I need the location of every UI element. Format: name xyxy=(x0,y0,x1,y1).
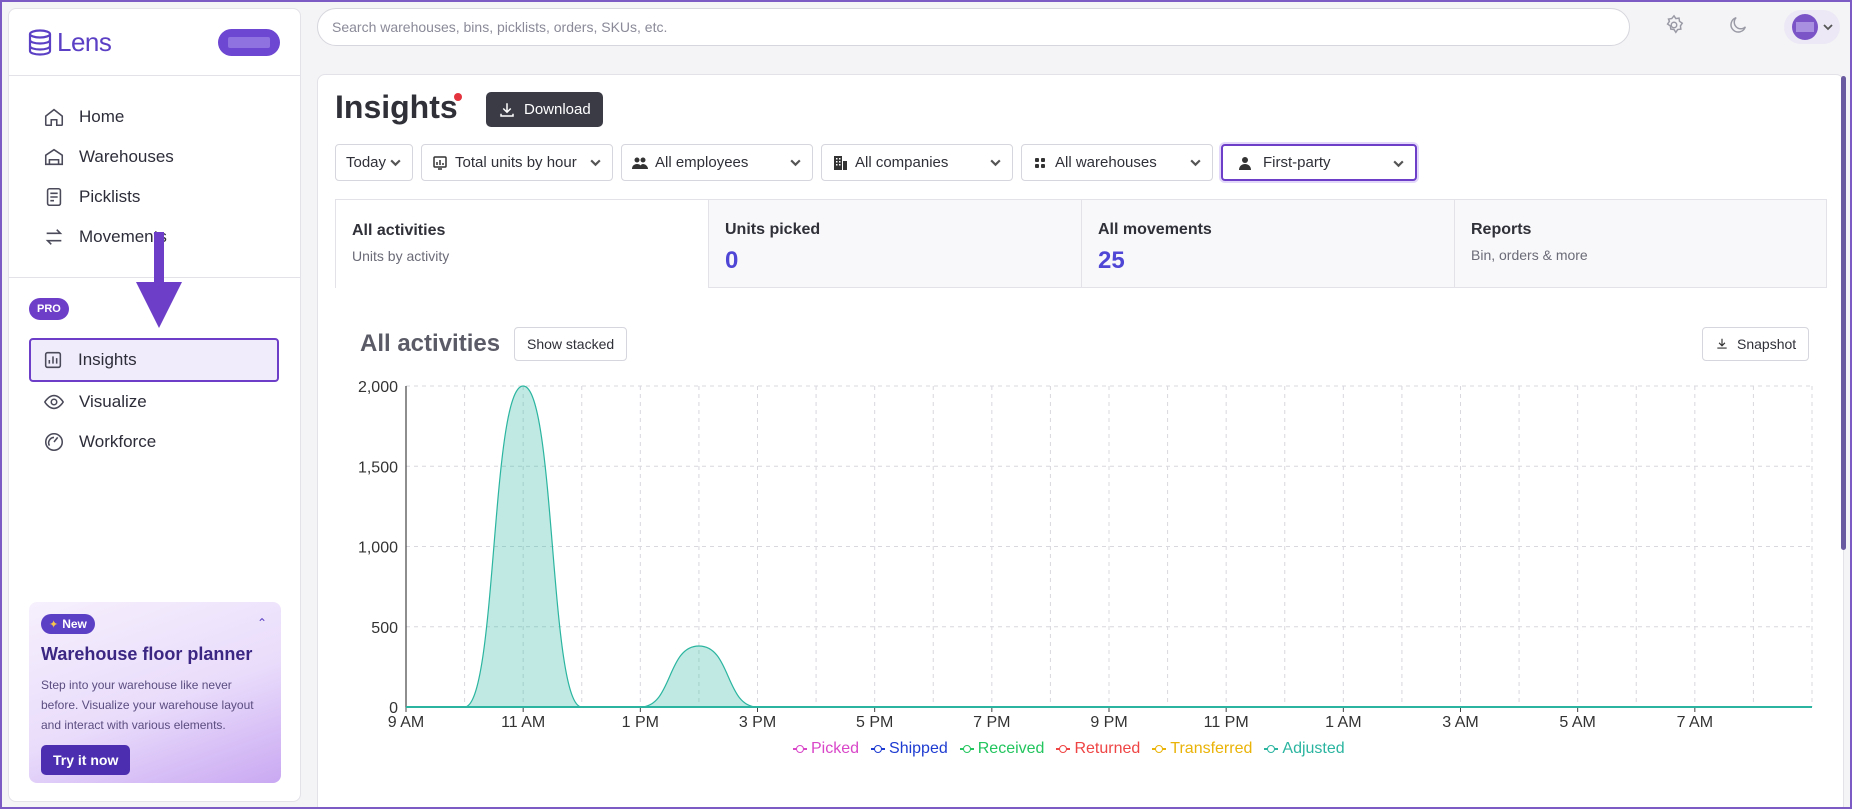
search-bar[interactable] xyxy=(317,8,1630,46)
sidebar-item-home[interactable]: Home xyxy=(29,97,279,137)
y-tick-label: 500 xyxy=(371,620,398,637)
sidebar-item-label: Workforce xyxy=(79,432,157,451)
x-tick-label: 9 PM xyxy=(1090,714,1127,731)
user-menu[interactable] xyxy=(1784,10,1840,44)
legend-marker-icon xyxy=(1152,745,1167,753)
chevron-up-icon[interactable]: ⌃ xyxy=(257,616,267,630)
dark-mode-button[interactable] xyxy=(1727,14,1751,38)
arrows-icon xyxy=(45,229,63,245)
settings-button[interactable] xyxy=(1663,14,1687,38)
chevron-down-icon xyxy=(1823,24,1833,31)
legend-item-transferred[interactable]: Transferred xyxy=(1152,740,1252,758)
sidebar-item-label: Picklists xyxy=(79,187,141,206)
legend-label: Returned xyxy=(1074,740,1141,757)
picklist-icon xyxy=(46,187,62,207)
x-tick-label: 9 AM xyxy=(388,714,424,731)
legend-marker-icon xyxy=(1264,745,1279,753)
legend-label: Picked xyxy=(811,740,860,757)
try-it-now-button[interactable]: Try it now xyxy=(41,745,131,775)
sidebar-item-visualize[interactable]: Visualize xyxy=(29,382,279,422)
legend-marker-icon xyxy=(871,745,886,753)
avatar xyxy=(1792,14,1818,40)
legend-marker-icon xyxy=(959,745,974,753)
sidebar-item-label: Warehouses xyxy=(79,147,174,166)
legend-label: Shipped xyxy=(889,740,948,757)
x-tick-label: 3 PM xyxy=(739,714,776,731)
activity-chart: 05001,0001,5002,0009 AM 11 AM 1 PM 3 PM 5 PM… xyxy=(358,379,1813,731)
sidebar-item-label: Visualize xyxy=(79,392,147,411)
legend-label: Transferred xyxy=(1170,740,1253,757)
x-tick-label: 11 AM xyxy=(501,714,545,731)
new-badge-label: New xyxy=(62,617,87,631)
new-badge: ✦ New xyxy=(41,614,95,634)
promo-card: ✦ New ⌃ Warehouse floor planner Step into… xyxy=(29,602,281,783)
search-input[interactable] xyxy=(332,19,1615,35)
sidebar-item-label: Insights xyxy=(78,350,137,369)
sidebar-item-insights[interactable]: Insights xyxy=(29,338,279,382)
brand-name: Lens xyxy=(57,27,112,57)
eye-icon xyxy=(43,394,65,410)
chart-icon xyxy=(44,351,62,369)
x-tick-label: 7 PM xyxy=(973,714,1010,731)
warehouse-icon xyxy=(44,148,64,166)
legend-item-picked[interactable]: Picked xyxy=(793,740,859,758)
x-tick-label: 7 AM xyxy=(1677,714,1713,731)
y-tick-label: 1,000 xyxy=(358,540,398,557)
x-tick-label: 1 AM xyxy=(1325,714,1361,731)
x-tick-label: 3 AM xyxy=(1442,714,1478,731)
legend-marker-icon xyxy=(1056,745,1071,753)
x-tick-label: 11 PM xyxy=(1204,714,1249,731)
legend-label: Adjusted xyxy=(1282,740,1345,757)
y-tick-label: 2,000 xyxy=(358,379,398,396)
moon-icon xyxy=(1730,16,1747,33)
pro-badge: PRO xyxy=(29,298,69,320)
sidebar: Lens Home Warehouses Picklists Movements… xyxy=(8,8,301,802)
sidebar-item-warehouses[interactable]: Warehouses xyxy=(29,137,279,177)
legend-item-shipped[interactable]: Shipped xyxy=(871,740,948,758)
sidebar-item-label: Home xyxy=(79,107,125,126)
promo-title: Warehouse floor planner xyxy=(41,644,253,664)
x-tick-label: 1 PM xyxy=(622,714,659,731)
promo-text: Step into your warehouse like never befo… xyxy=(41,678,254,732)
database-icon xyxy=(28,28,52,56)
legend-item-returned[interactable]: Returned xyxy=(1056,740,1140,758)
divider xyxy=(9,75,300,76)
down-arrow-annotation-icon xyxy=(136,232,182,328)
legend-item-received[interactable]: Received xyxy=(959,740,1045,758)
x-tick-label: 5 AM xyxy=(1559,714,1595,731)
y-tick-label: 1,500 xyxy=(358,459,398,476)
home-icon xyxy=(44,108,64,127)
pro-nav: Insights Visualize Workforce xyxy=(29,338,279,462)
legend-item-adjusted[interactable]: Adjusted xyxy=(1264,740,1345,758)
legend-label: Received xyxy=(977,740,1045,757)
gauge-icon xyxy=(44,432,64,452)
sidebar-item-picklists[interactable]: Picklists xyxy=(29,177,279,217)
sparkle-icon: ✦ xyxy=(49,618,59,631)
account-pill-button[interactable] xyxy=(218,29,280,56)
x-tick-label: 5 PM xyxy=(856,714,893,731)
sidebar-item-workforce[interactable]: Workforce xyxy=(29,422,279,462)
legend-marker-icon xyxy=(793,745,807,753)
gear-icon xyxy=(1666,14,1684,34)
brand-logo[interactable]: Lens xyxy=(27,27,112,58)
